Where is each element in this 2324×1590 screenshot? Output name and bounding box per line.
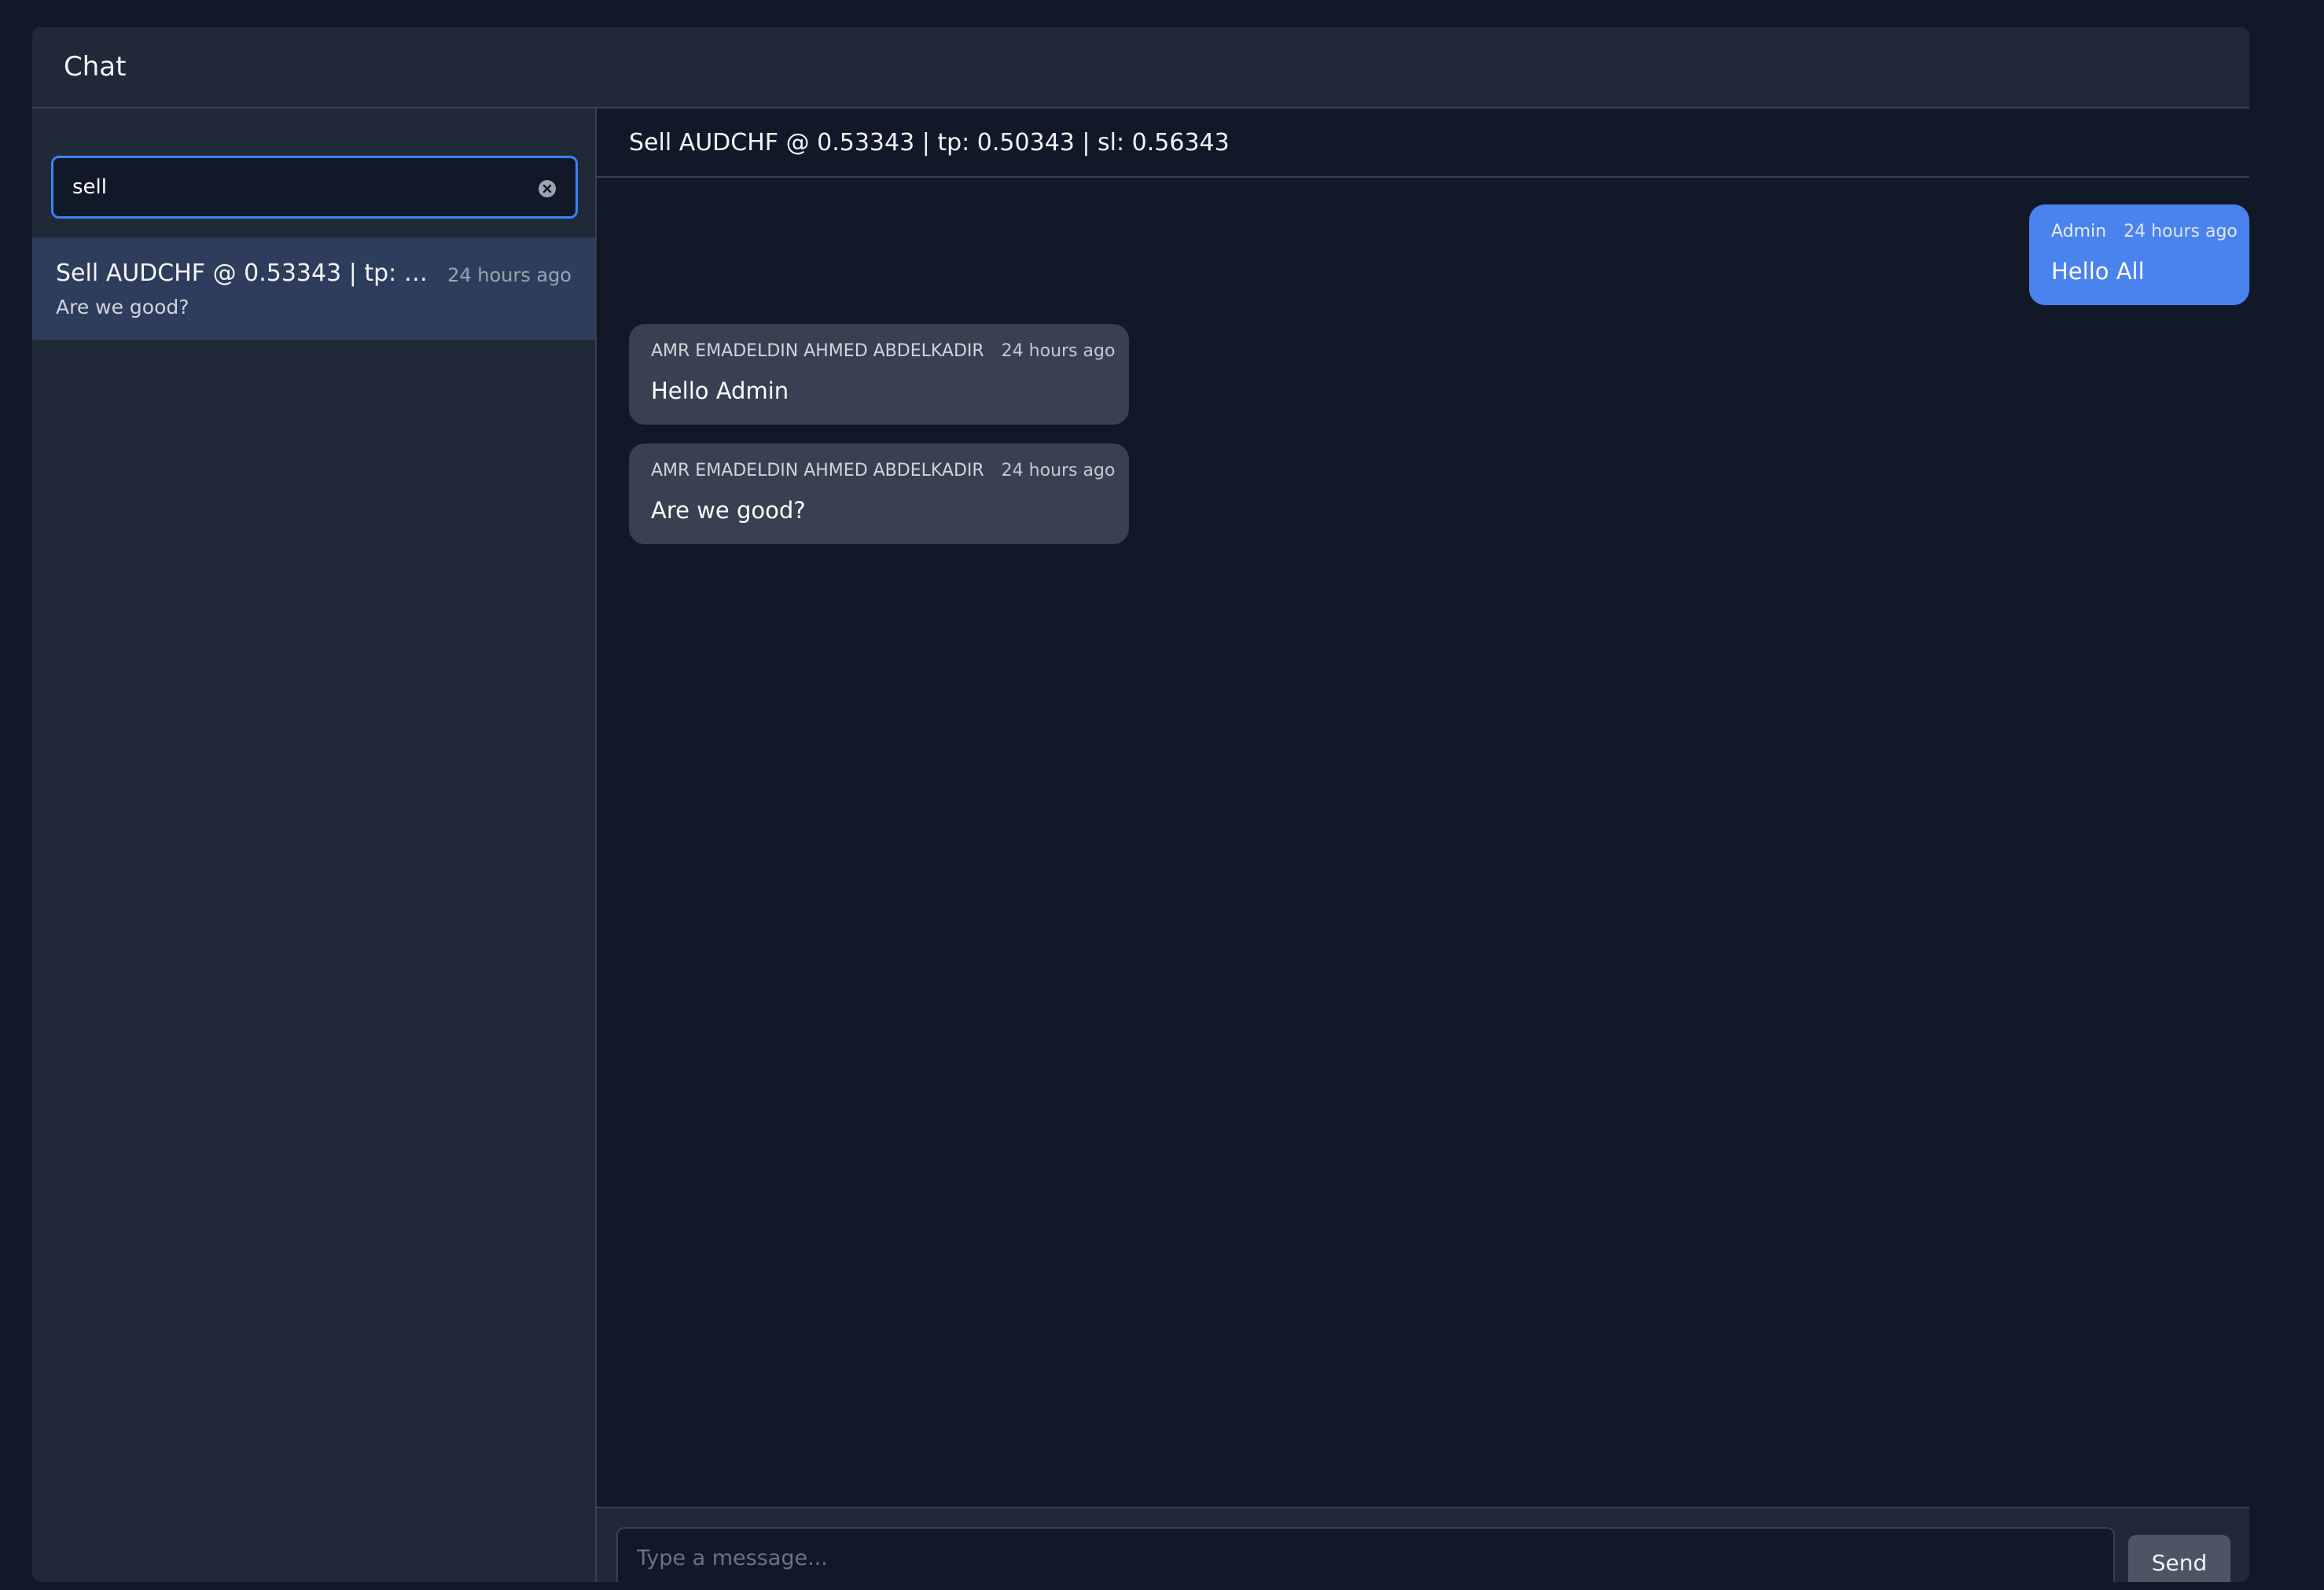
search-box xyxy=(51,156,578,219)
conversation-time: 24 hours ago xyxy=(447,264,572,286)
message-sender: AMR EMADELDIN AHMED ABDELKADIR xyxy=(651,461,984,480)
send-button[interactable]: Send xyxy=(2128,1535,2230,1582)
message-bubble-own: Admin 24 hours ago Hello All xyxy=(2029,204,2249,305)
page-title: Chat xyxy=(64,51,127,83)
message-text: Are we good? xyxy=(651,497,806,524)
message-time: 24 hours ago xyxy=(1001,341,1116,361)
message-bubble-other: AMR EMADELDIN AHMED ABDELKADIR 24 hours a… xyxy=(629,444,1129,544)
message-sender: AMR EMADELDIN AHMED ABDELKADIR xyxy=(651,341,984,361)
conversation-preview: Are we good? xyxy=(56,296,189,318)
message-text: Hello Admin xyxy=(651,377,789,404)
message-sender: Admin xyxy=(2051,222,2107,241)
search-input[interactable] xyxy=(53,158,575,216)
chat-header: Sell AUDCHF @ 0.53343 | tp: 0.50343 | sl… xyxy=(597,109,2249,178)
message-composer: Send xyxy=(597,1507,2249,1582)
message-time: 24 hours ago xyxy=(1001,461,1116,480)
message-list[interactable]: Admin 24 hours ago Hello All AMR EMADELDI… xyxy=(597,178,2249,1481)
conversation-title: Sell AUDCHF @ 0.53343 | tp: 0.5... xyxy=(56,259,441,287)
chat-card: Chat Sell AUDCHF @ 0.53343 | tp: 0.5... … xyxy=(32,27,2249,1582)
message-meta: Admin 24 hours ago xyxy=(2051,222,2238,241)
message-input[interactable] xyxy=(616,1527,2115,1582)
conversation-list-item[interactable]: Sell AUDCHF @ 0.53343 | tp: 0.5... 24 ho… xyxy=(32,237,595,340)
conversation-sidebar: Sell AUDCHF @ 0.53343 | tp: 0.5... 24 ho… xyxy=(32,109,597,1582)
message-meta: AMR EMADELDIN AHMED ABDELKADIR 24 hours a… xyxy=(651,341,1115,361)
chat-title: Sell AUDCHF @ 0.53343 | tp: 0.50343 | sl… xyxy=(629,128,1230,156)
message-text: Hello All xyxy=(2051,258,2145,285)
message-time: 24 hours ago xyxy=(2124,222,2238,241)
message-meta: AMR EMADELDIN AHMED ABDELKADIR 24 hours a… xyxy=(651,461,1115,480)
message-bubble-other: AMR EMADELDIN AHMED ABDELKADIR 24 hours a… xyxy=(629,324,1129,425)
card-header: Chat xyxy=(32,27,2249,109)
clear-search-icon[interactable] xyxy=(538,179,557,198)
chat-panel: Sell AUDCHF @ 0.53343 | tp: 0.50343 | sl… xyxy=(597,109,2249,1582)
